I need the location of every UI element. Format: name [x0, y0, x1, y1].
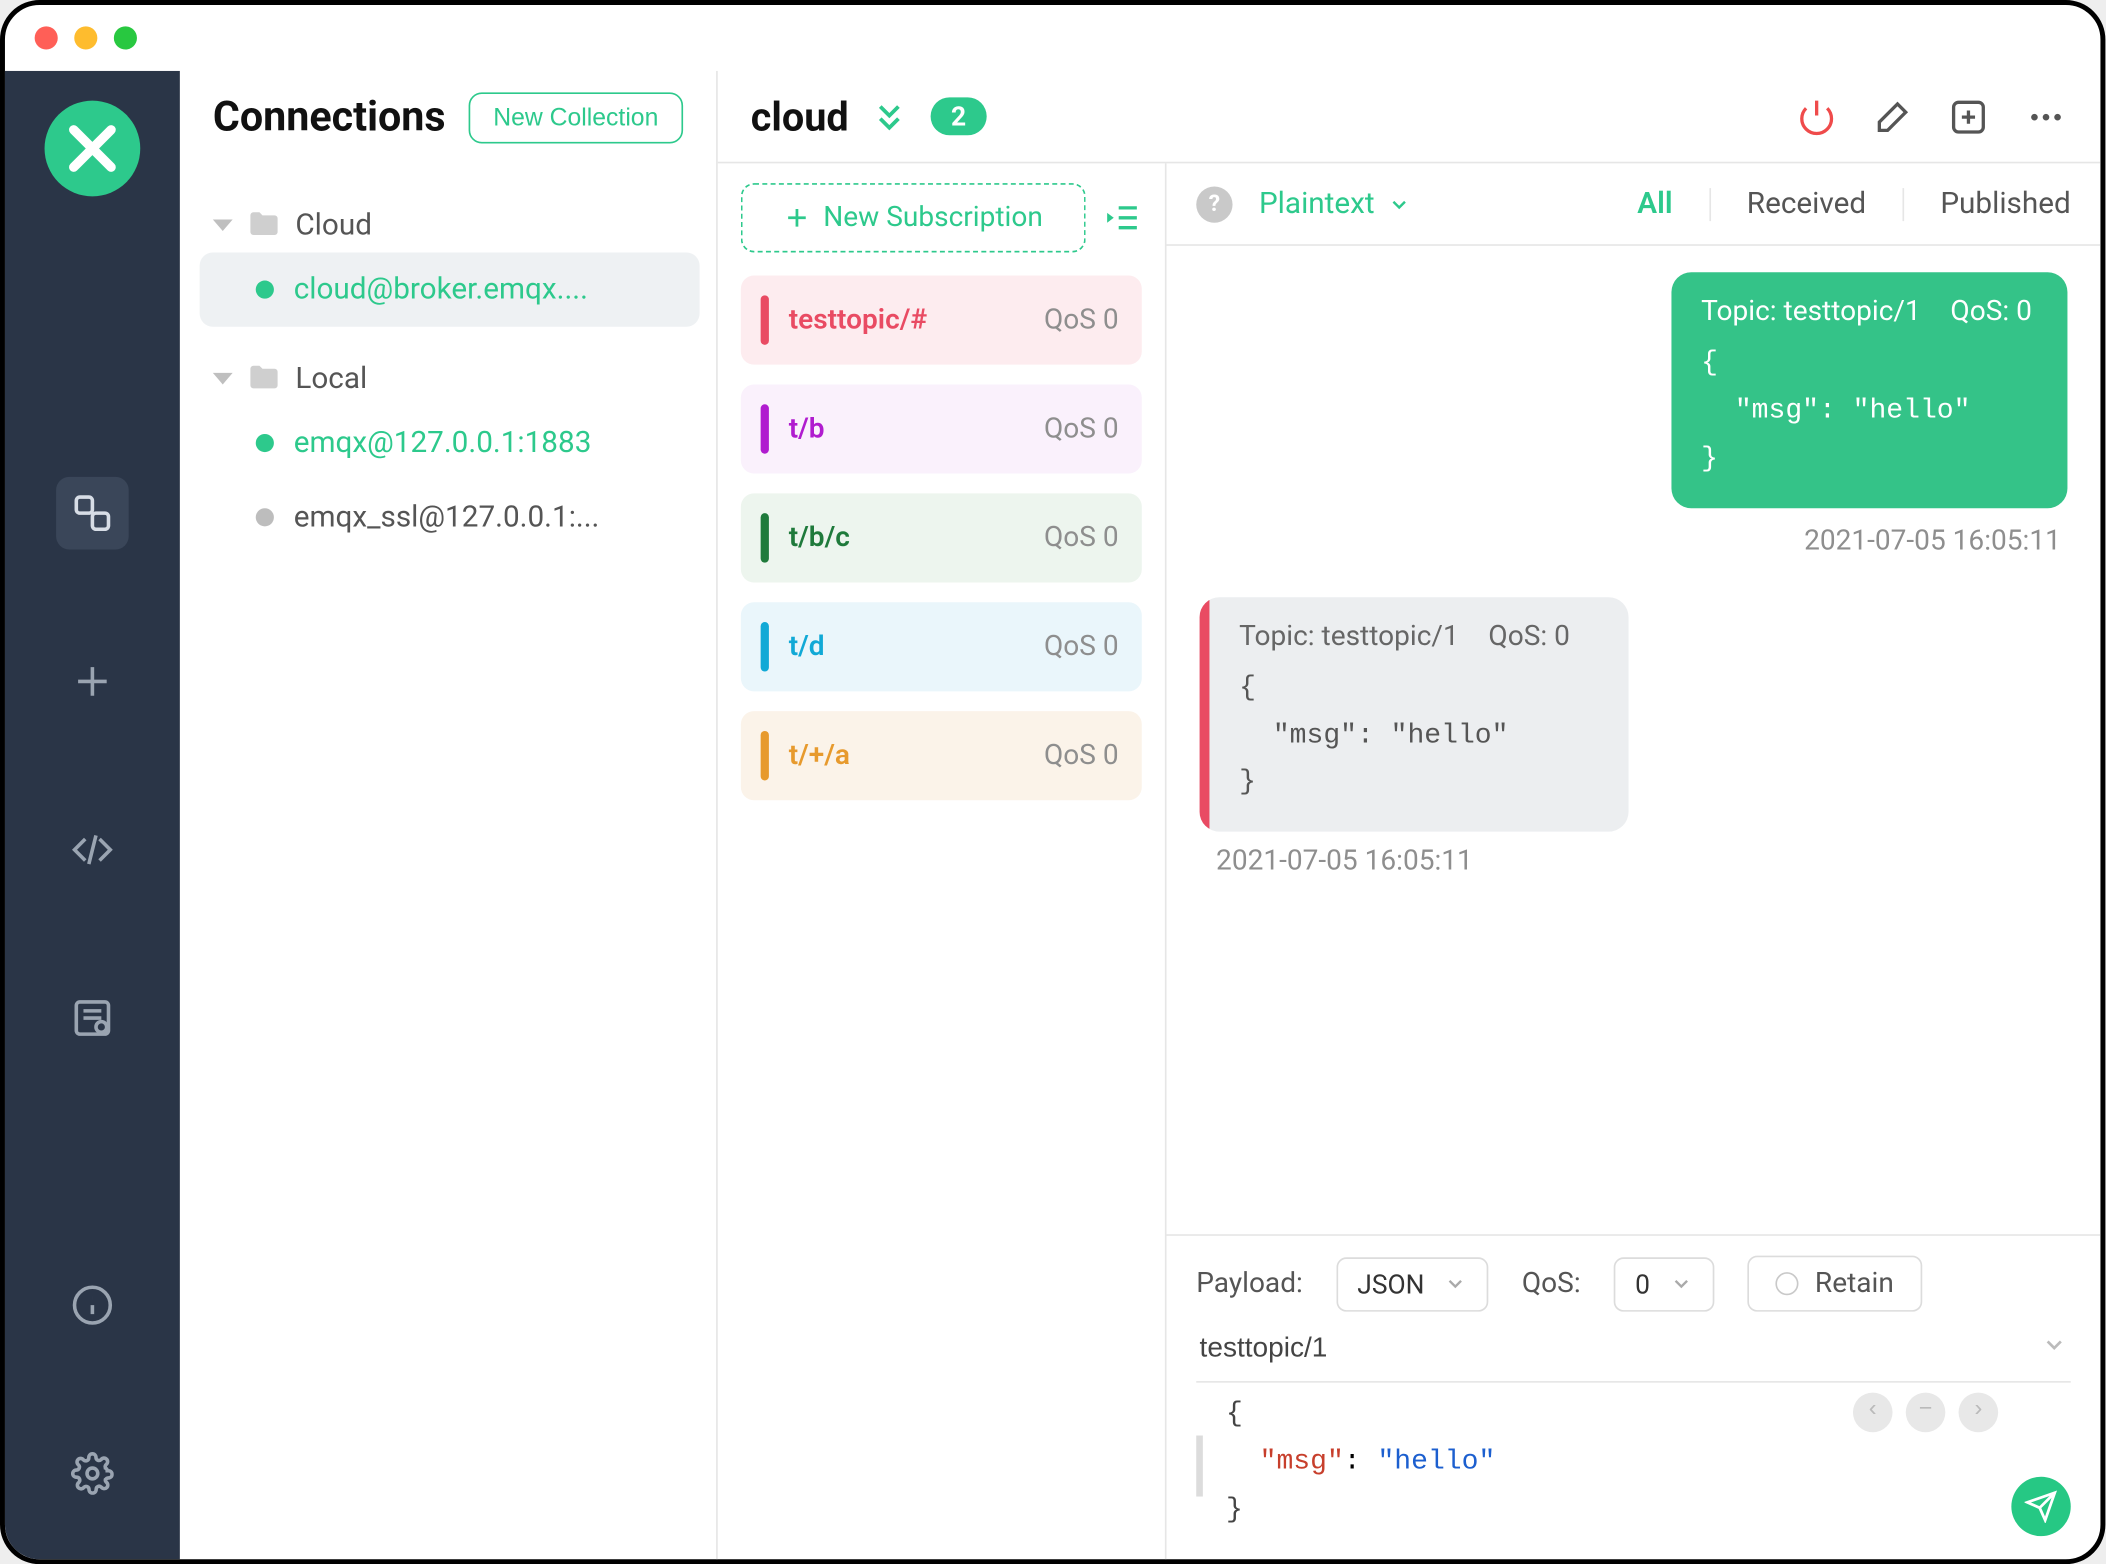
sidebar-title: Connections: [213, 93, 469, 141]
nav-rail: [5, 71, 180, 1559]
collapse-subscriptions-icon[interactable]: [1102, 198, 1142, 238]
app-logo-icon: [45, 101, 141, 197]
editor-pager: ‹ − ›: [1853, 1393, 1998, 1433]
connection-label: emqx@127.0.0.1:1883: [294, 426, 592, 461]
subscription-topic: t/b: [789, 413, 1025, 446]
connection-item[interactable]: cloud@broker.emqx....: [200, 252, 700, 326]
status-dot-icon: [256, 281, 274, 299]
payload-format-select[interactable]: Plaintext: [1259, 186, 1411, 221]
nav-connections-icon[interactable]: [56, 477, 129, 550]
connection-item[interactable]: emqx_ssl@127.0.0.1:...: [200, 480, 700, 554]
payload-label: Payload:: [1196, 1268, 1303, 1301]
published-message: Topic: testtopic/1 QoS: 0 { "msg": "hell…: [1671, 272, 2067, 507]
folder-icon: [246, 360, 282, 396]
help-icon[interactable]: ?: [1196, 186, 1232, 222]
subscription-qos: QoS 0: [1044, 630, 1119, 663]
chevron-down-icon[interactable]: [2041, 1332, 2067, 1358]
new-collection-button[interactable]: New Collection: [469, 92, 684, 143]
chevron-down-icon: [213, 372, 233, 384]
group-label: Local: [295, 361, 367, 396]
nav-add-icon[interactable]: [56, 645, 129, 718]
subscription-item[interactable]: t/b/c QoS 0: [741, 493, 1142, 582]
message-qos: QoS: 0: [1488, 620, 1569, 653]
subscription-item[interactable]: testtopic/# QoS 0: [741, 276, 1142, 365]
subscription-qos: QoS 0: [1044, 521, 1119, 554]
new-subscription-label: New Subscription: [823, 201, 1043, 234]
connection-label: cloud@broker.emqx....: [294, 272, 588, 307]
message-topic: Topic: testtopic/1: [1239, 620, 1459, 653]
message-payload: { "msg": "hello" }: [1701, 342, 2038, 485]
content-pane: cloud 2 New Su: [718, 71, 2101, 1559]
send-button[interactable]: [2011, 1477, 2070, 1536]
disconnect-icon[interactable]: [1797, 97, 1837, 137]
qos-label: QoS:: [1522, 1268, 1581, 1301]
expand-connection-icon[interactable]: [872, 98, 908, 134]
subscription-topic: t/b/c: [789, 521, 1025, 554]
connection-label: emqx_ssl@127.0.0.1:...: [294, 500, 600, 535]
close-window-icon[interactable]: [35, 26, 58, 49]
more-icon[interactable]: [2025, 97, 2068, 137]
new-subscription-button[interactable]: New Subscription: [741, 183, 1086, 252]
nav-settings-icon[interactable]: [56, 1437, 129, 1510]
minimize-window-icon[interactable]: [74, 26, 97, 49]
tab-published[interactable]: Published: [1940, 186, 2070, 221]
status-dot-icon: [256, 434, 274, 452]
app-window: Connections New Collection Cloud cloud@b…: [0, 0, 2105, 1564]
message-payload: { "msg": "hello" }: [1239, 666, 1570, 809]
connection-item[interactable]: emqx@127.0.0.1:1883: [200, 406, 700, 480]
status-dot-icon: [256, 508, 274, 526]
edit-icon[interactable]: [1873, 97, 1913, 137]
messages-stream[interactable]: Topic: testtopic/1 QoS: 0 { "msg": "hell…: [1167, 246, 2101, 1235]
window-titlebar: [5, 5, 2101, 71]
retain-toggle[interactable]: Retain: [1747, 1256, 1922, 1312]
group-local[interactable]: Local: [200, 350, 700, 406]
qos-value: 0: [1635, 1269, 1650, 1300]
radio-icon: [1775, 1273, 1798, 1296]
subscription-topic: t/+/a: [789, 739, 1025, 772]
prev-icon[interactable]: ‹: [1853, 1393, 1893, 1433]
folder-icon: [246, 206, 282, 242]
publish-panel: Payload: JSON QoS: 0: [1167, 1235, 2101, 1560]
subscription-item[interactable]: t/d QoS 0: [741, 602, 1142, 691]
qos-dropdown[interactable]: 0: [1614, 1257, 1715, 1311]
retain-label: Retain: [1815, 1268, 1894, 1301]
subscription-topic: testtopic/#: [789, 304, 1025, 337]
unread-badge: 2: [931, 97, 986, 135]
message-topic: Topic: testtopic/1: [1701, 295, 1921, 328]
nav-info-icon[interactable]: [56, 1269, 129, 1342]
subscription-qos: QoS 0: [1044, 413, 1119, 446]
minus-icon[interactable]: −: [1906, 1393, 1946, 1433]
payload-format-dropdown[interactable]: JSON: [1336, 1257, 1489, 1311]
message-time: 2021-07-05 16:05:11: [1200, 524, 2061, 557]
editor-gutter: [1196, 1436, 1203, 1497]
connections-sidebar: Connections New Collection Cloud cloud@b…: [180, 71, 718, 1559]
received-message: Topic: testtopic/1 QoS: 0 { "msg": "hell…: [1200, 597, 1629, 832]
next-icon[interactable]: ›: [1959, 1393, 1999, 1433]
messages-column: ? Plaintext All Received Published: [1167, 163, 2101, 1559]
tab-received[interactable]: Received: [1747, 186, 1866, 221]
subscriptions-column: New Subscription testtopic/# QoS 0 t/b QoS…: [718, 163, 1167, 1559]
connection-name: cloud: [751, 93, 849, 139]
payload-format-value: JSON: [1357, 1269, 1424, 1300]
payload-format-label: Plaintext: [1259, 186, 1375, 221]
subscription-item[interactable]: t/b QoS 0: [741, 384, 1142, 473]
message-color-bar: [1200, 597, 1210, 832]
group-label: Cloud: [295, 207, 372, 242]
publish-topic-input[interactable]: [1196, 1312, 2071, 1383]
connection-topbar: cloud 2: [718, 71, 2101, 163]
nav-scripts-icon[interactable]: [56, 813, 129, 886]
publish-payload-editor[interactable]: { "msg": "hello" } ‹ − ›: [1196, 1383, 2071, 1536]
new-window-icon[interactable]: [1949, 97, 1989, 137]
group-cloud[interactable]: Cloud: [200, 196, 700, 252]
zoom-window-icon[interactable]: [114, 26, 137, 49]
tab-all[interactable]: All: [1637, 186, 1672, 221]
subscription-item[interactable]: t/+/a QoS 0: [741, 711, 1142, 800]
subscription-qos: QoS 0: [1044, 304, 1119, 337]
nav-logs-icon[interactable]: [56, 982, 129, 1055]
subscription-topic: t/d: [789, 630, 1025, 663]
chevron-down-icon: [213, 219, 233, 231]
message-time: 2021-07-05 16:05:11: [1216, 845, 2067, 878]
subscription-qos: QoS 0: [1044, 739, 1119, 772]
message-qos: QoS: 0: [1950, 295, 2031, 328]
